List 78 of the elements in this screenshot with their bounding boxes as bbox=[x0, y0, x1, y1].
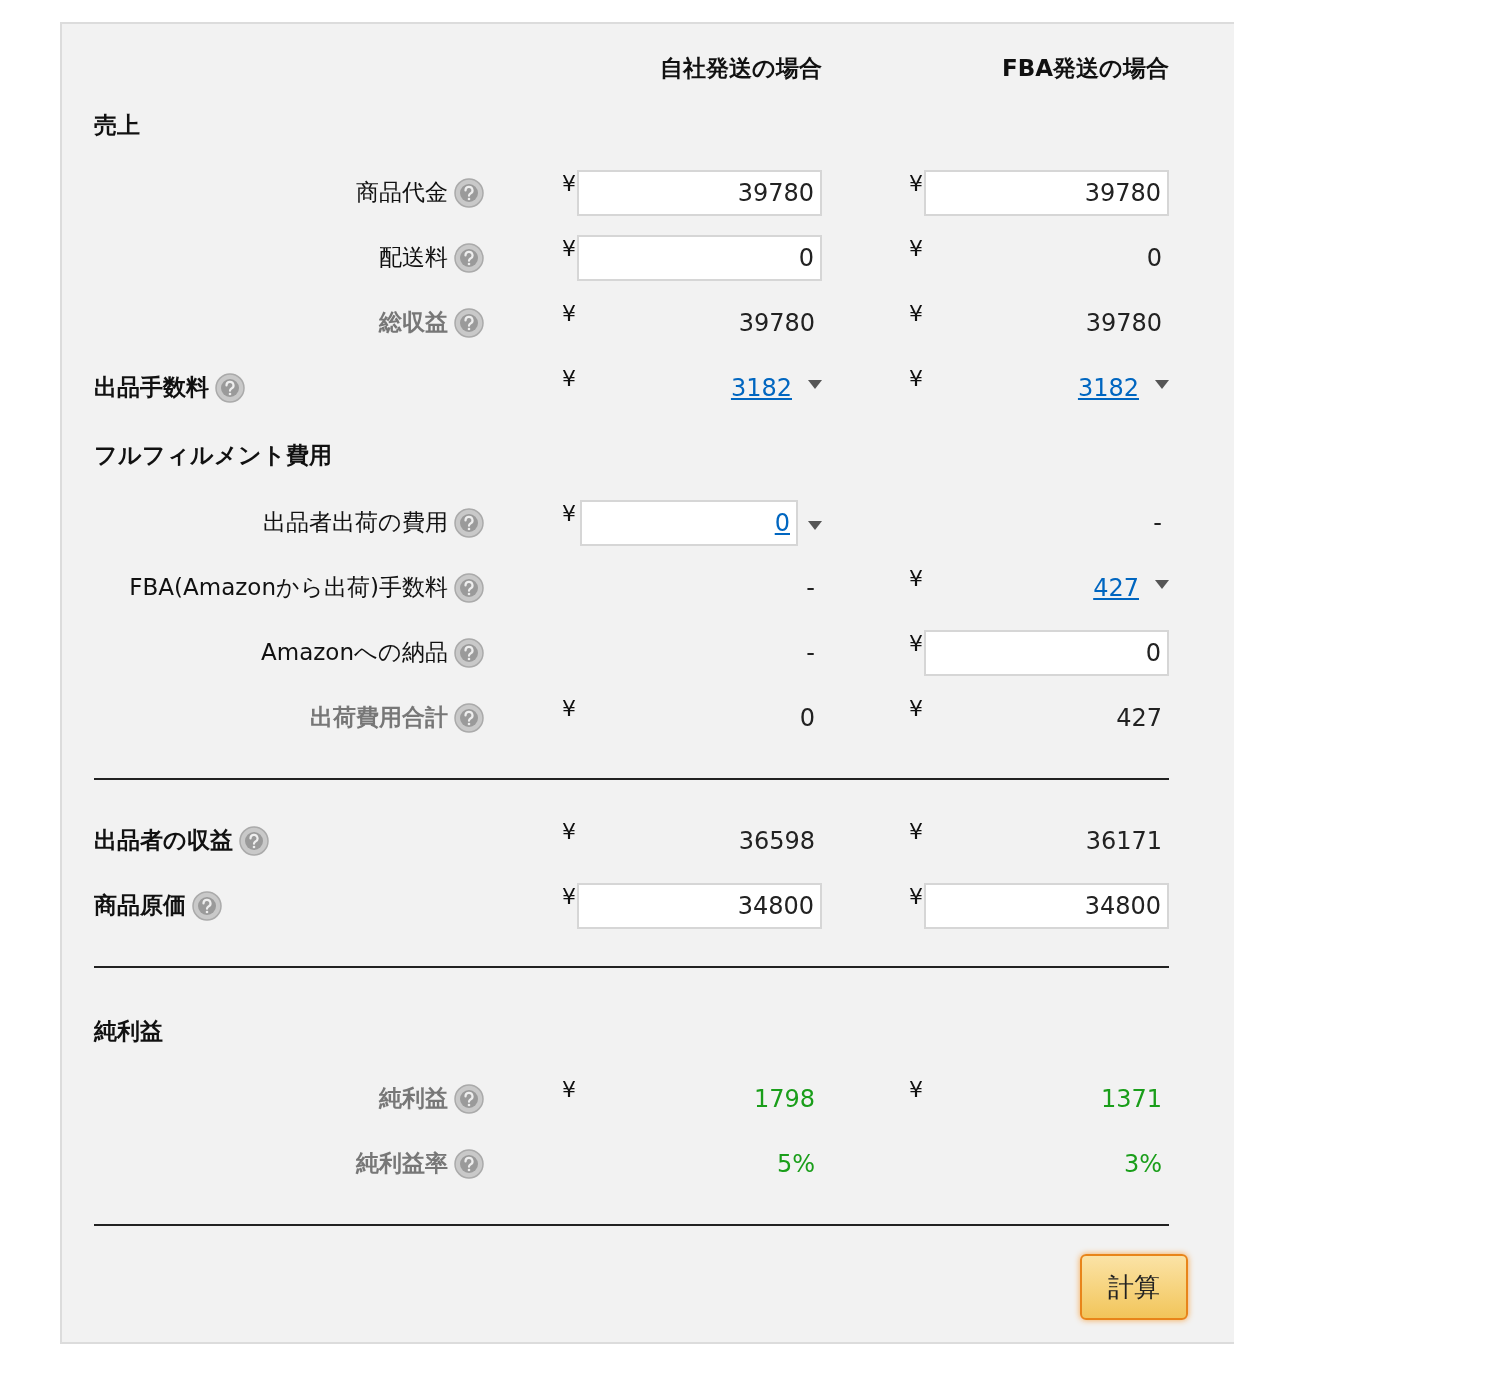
amount-input[interactable]: 39780 bbox=[577, 169, 822, 216]
amount-link[interactable]: 427 bbox=[1093, 573, 1139, 602]
help-icon[interactable] bbox=[239, 825, 269, 856]
row-label: 商品代金 bbox=[356, 178, 448, 207]
row-label: Amazonへの納品 bbox=[261, 638, 448, 667]
row-label: 出品手数料 bbox=[94, 373, 209, 402]
yen-sign: ¥ bbox=[562, 170, 577, 196]
caret-icon[interactable] bbox=[1155, 579, 1169, 589]
amount-input[interactable]: 39780 bbox=[924, 169, 1169, 216]
yen-sign: ¥ bbox=[909, 565, 924, 591]
caret-icon[interactable] bbox=[808, 379, 822, 389]
help-icon[interactable] bbox=[454, 572, 484, 603]
column-header: 自社発送の場合 bbox=[660, 53, 822, 83]
amount-input[interactable]: 0 bbox=[577, 234, 822, 281]
yen-sign: ¥ bbox=[909, 365, 924, 391]
amount-text: 0 bbox=[1145, 243, 1163, 272]
help-icon[interactable] bbox=[454, 1148, 484, 1179]
help-icon[interactable] bbox=[454, 702, 484, 733]
yen-sign: ¥ bbox=[909, 818, 924, 844]
section-heading: 純利益 bbox=[94, 1016, 164, 1046]
amount-text: 39780 bbox=[1084, 308, 1163, 337]
yen-sign: ¥ bbox=[909, 235, 924, 261]
yen-sign: ¥ bbox=[909, 1076, 924, 1102]
row-label: 出品者出荷の費用 bbox=[263, 508, 448, 537]
amount-link[interactable]: 3182 bbox=[730, 373, 792, 402]
yen-sign: ¥ bbox=[562, 695, 577, 721]
yen-sign: ¥ bbox=[909, 170, 924, 196]
help-icon[interactable] bbox=[454, 307, 484, 338]
amount-text: 36171 bbox=[1084, 826, 1163, 855]
caret-icon[interactable] bbox=[808, 521, 822, 530]
yen-sign: ¥ bbox=[562, 300, 577, 326]
row-label: 純利益 bbox=[379, 1084, 448, 1113]
amount-text: 3% bbox=[1122, 1149, 1163, 1178]
amount-link[interactable]: 3182 bbox=[1077, 373, 1139, 402]
amount-text: 427 bbox=[1115, 703, 1163, 732]
help-icon[interactable] bbox=[454, 242, 484, 273]
amount-text: 0 bbox=[798, 703, 816, 732]
yen-sign: ¥ bbox=[909, 300, 924, 326]
amount-text: 36598 bbox=[737, 826, 816, 855]
amount-text: 39780 bbox=[737, 308, 816, 337]
caret-icon[interactable] bbox=[1155, 379, 1169, 389]
amount-text: 5% bbox=[775, 1149, 816, 1178]
help-icon[interactable] bbox=[215, 372, 245, 403]
row-label: 商品原価 bbox=[94, 891, 186, 920]
help-icon[interactable] bbox=[454, 637, 484, 668]
amount-field[interactable]: 0 bbox=[580, 499, 798, 546]
yen-sign: ¥ bbox=[909, 883, 924, 909]
yen-sign: ¥ bbox=[909, 695, 924, 721]
column-header: FBA発送の場合 bbox=[1001, 53, 1169, 83]
amount-input[interactable]: 34800 bbox=[924, 882, 1169, 929]
yen-sign: ¥ bbox=[562, 500, 577, 526]
amount-input[interactable]: 34800 bbox=[577, 882, 822, 929]
row-label: FBA(Amazonから出荷)手数料 bbox=[129, 573, 448, 602]
yen-sign: ¥ bbox=[562, 818, 577, 844]
help-icon[interactable] bbox=[454, 1083, 484, 1114]
row-label: 出品者の収益 bbox=[94, 826, 233, 855]
row-label: 配送料 bbox=[379, 243, 448, 272]
calculate-button[interactable]: 計算 bbox=[1080, 1254, 1188, 1320]
yen-sign: ¥ bbox=[562, 883, 577, 909]
help-icon[interactable] bbox=[454, 177, 484, 208]
empty-value: - bbox=[1152, 508, 1163, 537]
section-heading: 売上 bbox=[94, 110, 141, 140]
amount-text: 1371 bbox=[1099, 1084, 1163, 1113]
row-label: 純利益率 bbox=[356, 1149, 448, 1178]
section-heading: フルフィルメント費用 bbox=[94, 440, 333, 470]
empty-value: - bbox=[805, 573, 816, 602]
yen-sign: ¥ bbox=[562, 235, 577, 261]
amount-link[interactable]: 0 bbox=[774, 508, 790, 537]
yen-sign: ¥ bbox=[909, 630, 924, 656]
amount-text: 1798 bbox=[752, 1084, 816, 1113]
help-icon[interactable] bbox=[192, 890, 222, 921]
help-icon[interactable] bbox=[454, 507, 484, 538]
amount-input[interactable]: 0 bbox=[924, 629, 1169, 676]
row-label: 出荷費用合計 bbox=[310, 703, 448, 732]
empty-value: - bbox=[805, 638, 816, 667]
yen-sign: ¥ bbox=[562, 1076, 577, 1102]
yen-sign: ¥ bbox=[562, 365, 577, 391]
row-label: 総収益 bbox=[379, 308, 448, 337]
